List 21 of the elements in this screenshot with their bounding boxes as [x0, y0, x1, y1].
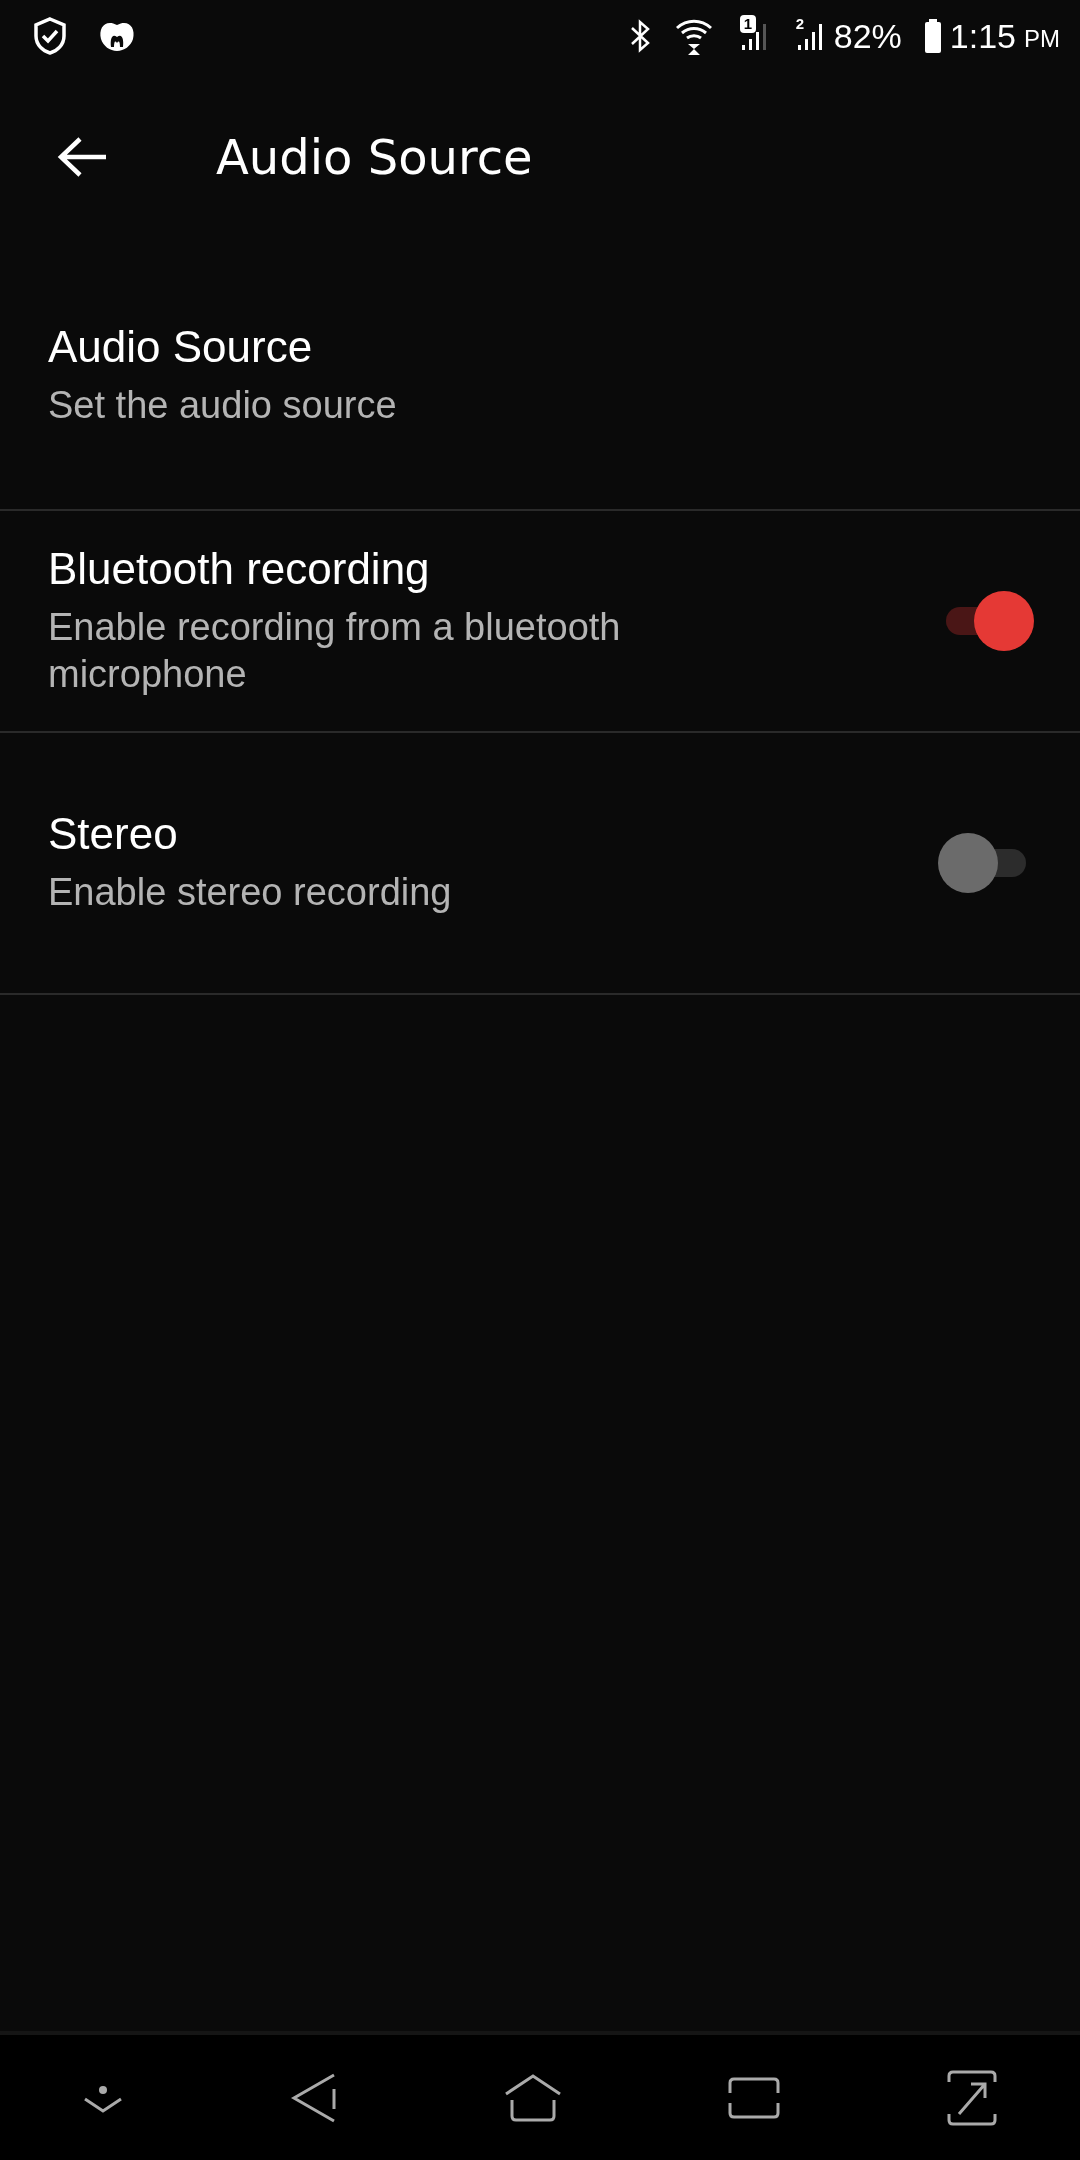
preference-title: Audio Source	[48, 321, 314, 372]
preference-summary: Enable stereo recording	[48, 870, 453, 916]
clock: 1:15	[949, 16, 1016, 56]
expand-icon[interactable]	[946, 2069, 997, 2126]
preference-summary: Enable recording from a bluetooth microphone	[48, 604, 622, 697]
sim-badge: 1	[739, 15, 757, 33]
preference-item[interactable]: Audio Source Set the audio source	[0, 242, 1080, 511]
preference-title: Bluetooth recording	[48, 543, 431, 594]
sim-number: 2	[795, 15, 805, 32]
preference-item[interactable]: Stereo Enable stereo recording	[0, 733, 1080, 995]
preference-title: Stereo	[48, 809, 179, 860]
preference-summary: Set the audio source	[48, 382, 398, 428]
screen-title: Audio Source	[216, 129, 533, 185]
back-icon[interactable]	[289, 2071, 338, 2124]
battery-icon	[923, 18, 942, 54]
preference-item[interactable]: Bluetooth recording Enable recording from a bluetooth microphone	[0, 511, 1080, 733]
clock-period: PM	[1024, 25, 1060, 53]
recent-apps-icon[interactable]	[728, 2076, 781, 2119]
home-icon[interactable]	[503, 2073, 562, 2122]
shield-icon	[32, 16, 68, 56]
battery-percent: 82%	[833, 16, 902, 56]
